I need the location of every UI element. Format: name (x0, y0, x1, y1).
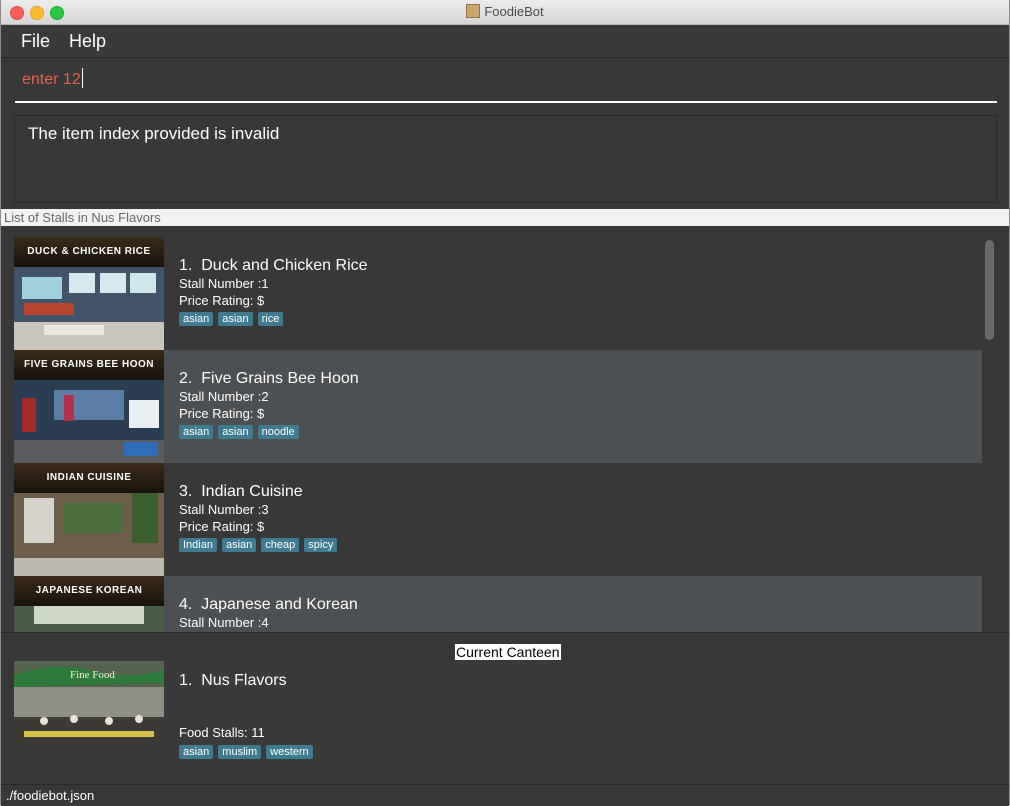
stall-sign: FIVE GRAINS BEE HOON (14, 350, 164, 380)
tag-badge: Indian (179, 538, 217, 552)
stall-list-title: List of Stalls in Nus Flavors (1, 209, 1009, 226)
stall-tags: asian asian rice (179, 309, 288, 327)
tag-badge: cheap (261, 538, 300, 552)
tag-badge: asian (179, 745, 214, 759)
stall-tags: Indian asian cheap spicy (179, 535, 342, 553)
command-box[interactable]: enter 12 (1, 58, 1009, 108)
stall-name: 2. Five Grains Bee Hoon (179, 370, 359, 387)
current-canteen-title: Current Canteen (455, 644, 561, 660)
menu-file[interactable]: File (21, 31, 50, 52)
app-icon (466, 4, 481, 18)
save-file-path: ./foodiebot.json (6, 788, 95, 803)
tag-badge: asian (218, 312, 253, 326)
canteen-name: 1. Nus Flavors (179, 672, 287, 689)
list-scrollbar[interactable] (985, 240, 994, 340)
stall-sign: INDIAN CUISINE (14, 463, 164, 493)
title-bar: FoodieBot (1, 0, 1009, 25)
tag-badge: spicy (304, 538, 338, 552)
price-rating: Price Rating: $ (179, 406, 265, 421)
tag-badge: noodle (257, 425, 299, 439)
stall-card[interactable]: FIVE GRAINS BEE HOON 2. Five Grains Bee … (14, 350, 982, 463)
tag-badge: asian (218, 425, 253, 439)
stall-number: Stall Number :1 (179, 276, 269, 291)
stall-card[interactable]: JAPANESE KOREAN 4. Japanese and Korean S… (14, 576, 982, 632)
food-stalls-count: Food Stalls: 11 (179, 725, 265, 740)
stall-sign: DUCK & CHICKEN RICE (14, 237, 164, 267)
stall-photo: DUCK & CHICKEN RICE (14, 237, 164, 350)
stall-sign: JAPANESE KOREAN (14, 576, 164, 606)
text-caret (81, 68, 83, 88)
stall-number: Stall Number :4 (179, 615, 269, 630)
canteen-tags: asian muslim western (179, 742, 318, 760)
stall-name: 4. Japanese and Korean (179, 596, 358, 613)
canteen-sign: Fine Food (70, 669, 115, 681)
stall-card[interactable]: DUCK & CHICKEN RICE 1. Duck and Chicken … (14, 237, 982, 350)
panel-divider (1, 632, 1009, 633)
menu-bar: File Help (1, 25, 1009, 58)
command-text: enter 12 (22, 71, 81, 88)
stall-name: 1. Duck and Chicken Rice (179, 257, 368, 274)
window-title: FoodieBot (484, 4, 544, 19)
stall-photo: FIVE GRAINS BEE HOON (14, 350, 164, 463)
window-title-area: FoodieBot (1, 4, 1009, 19)
price-rating: Price Rating: $ (179, 293, 265, 308)
result-display: The item index provided is invalid (14, 115, 997, 203)
tag-badge: rice (257, 312, 284, 326)
command-input[interactable]: enter 12 (22, 68, 83, 89)
current-canteen-card[interactable]: Fine Food 1. Nus Flavors Food Stalls: 11… (14, 661, 997, 765)
stall-card[interactable]: INDIAN CUISINE 3. Indian Cuisine Stall N… (14, 463, 982, 576)
tag-badge: asian (179, 312, 214, 326)
stall-number: Stall Number :2 (179, 389, 269, 404)
status-bar: ./foodiebot.json (1, 784, 1009, 806)
stall-photo: INDIAN CUISINE (14, 463, 164, 576)
app-window: FoodieBot File Help enter 12 The item in… (0, 0, 1010, 806)
tag-badge: asian (179, 425, 214, 439)
menu-help[interactable]: Help (69, 31, 106, 52)
command-underline (15, 101, 997, 103)
stall-number: Stall Number :3 (179, 502, 269, 517)
result-message: The item index provided is invalid (28, 124, 280, 143)
tag-badge: muslim (218, 745, 262, 759)
stall-list-panel[interactable]: DUCK & CHICKEN RICE 1. Duck and Chicken … (1, 226, 1009, 632)
stall-tags: asian asian noodle (179, 422, 304, 440)
stall-photo: JAPANESE KOREAN (14, 576, 164, 632)
tag-badge: asian (221, 538, 257, 552)
tag-badge: western (266, 745, 313, 759)
canteen-photo: Fine Food (14, 661, 164, 745)
price-rating: Price Rating: $ (179, 519, 265, 534)
stall-name: 3. Indian Cuisine (179, 483, 303, 500)
